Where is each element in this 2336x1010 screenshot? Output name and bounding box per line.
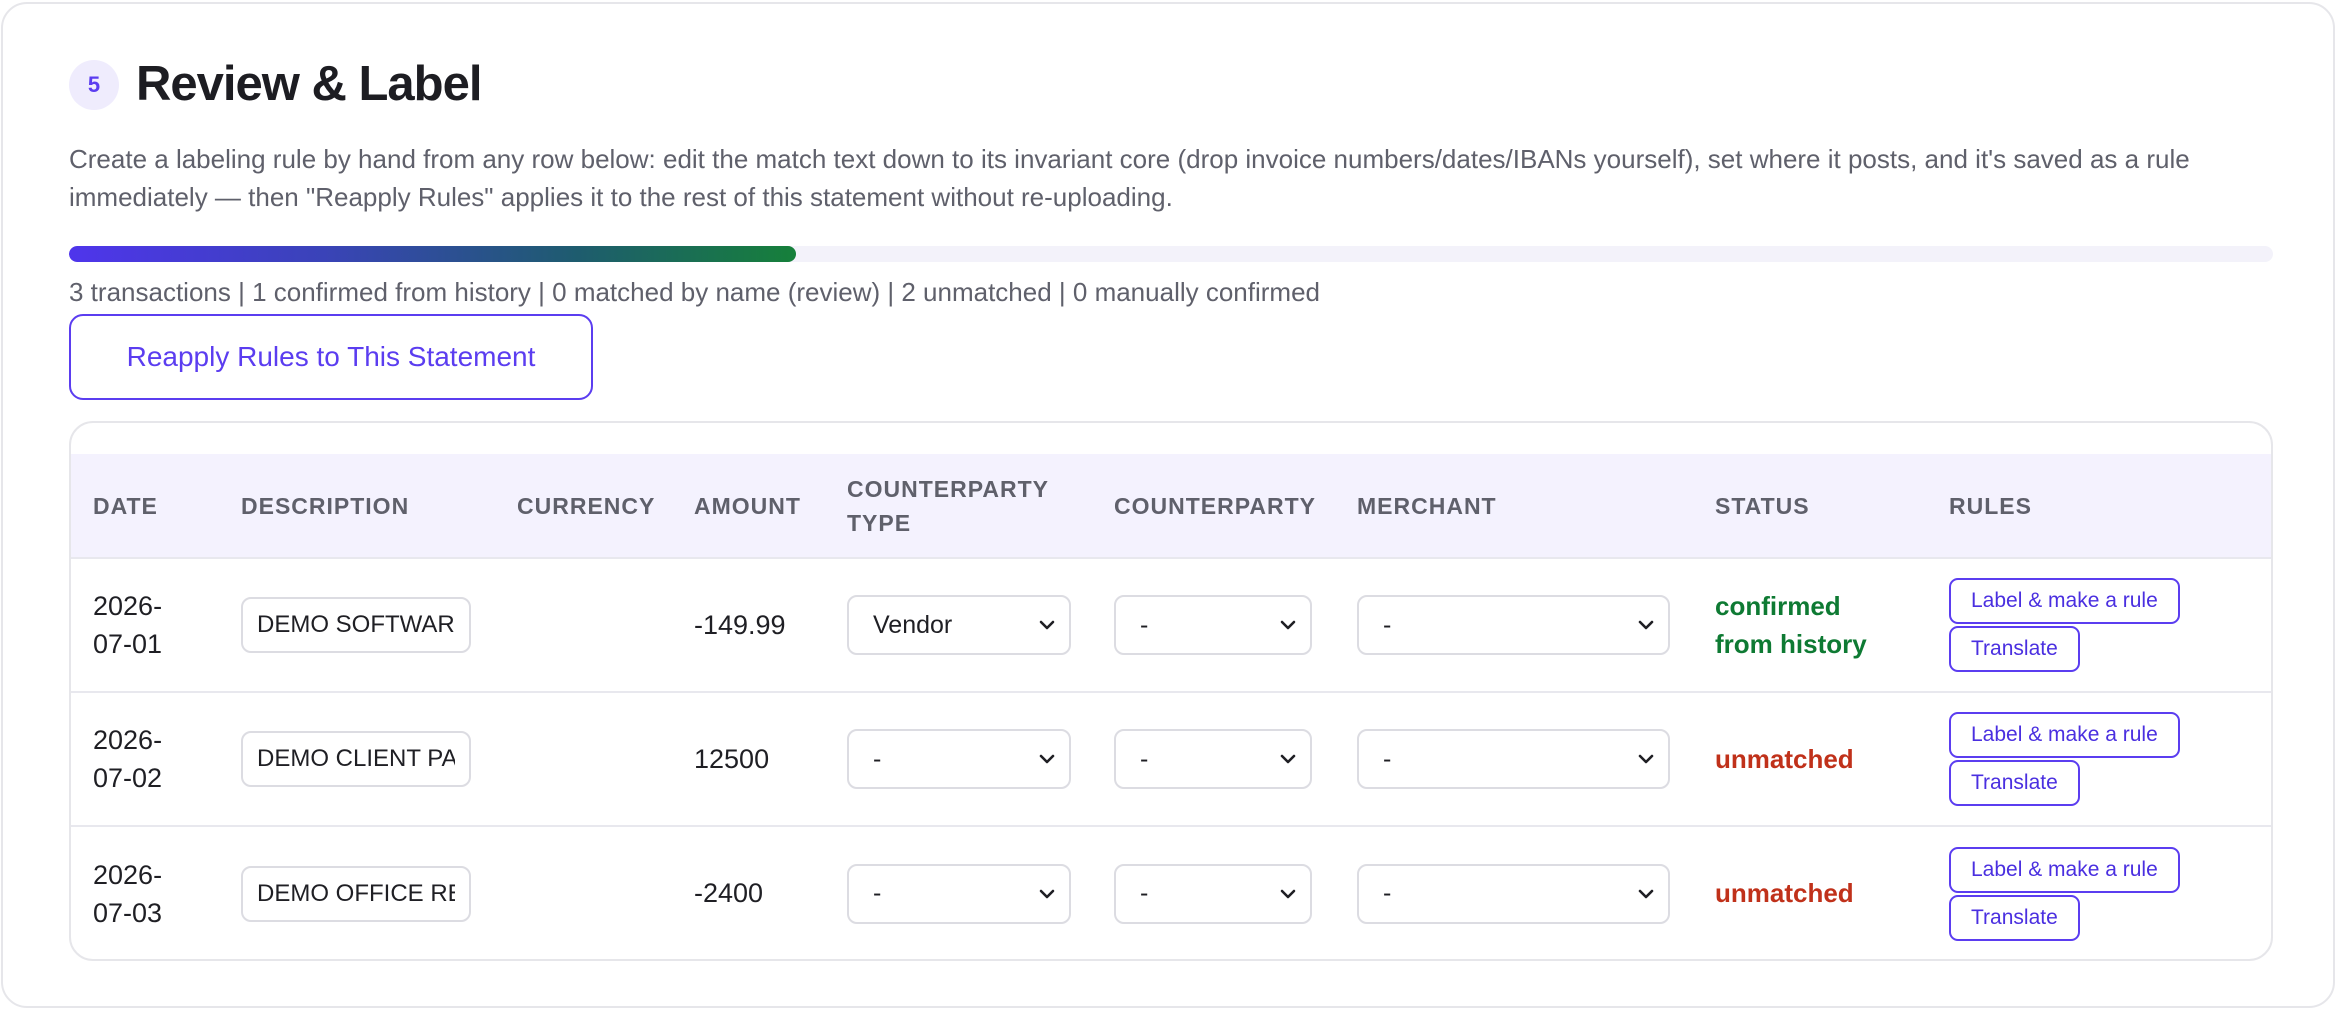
column-header-currency: CURRENCY [517,492,656,519]
description-input[interactable] [241,731,471,787]
status-cell: unmatched [1693,692,1927,826]
counterparty-type-cell: - [825,826,1092,959]
status-text: confirmed [1715,591,1841,621]
merchant-cell: - [1335,558,1693,692]
column-header-description: DESCRIPTION [241,492,410,519]
chevron-down-icon [1638,620,1654,630]
reapply-rules-button[interactable]: Reapply Rules to This Statement [69,314,593,400]
rules-cell: Label & make a rule Translate [1927,826,2271,959]
description-input[interactable] [241,865,471,922]
date-line: 07-03 [93,897,163,928]
review-label-card: 5 Review & Label Create a labeling rule … [1,2,2335,1008]
progress-bar [69,246,2273,262]
description-cell [219,826,495,959]
amount-cell: 12500 [694,743,770,774]
merchant-select[interactable]: - [1357,595,1670,655]
counterparty-type-cell: - [825,692,1092,826]
counterparty-select[interactable]: - [1114,729,1312,789]
label-make-rule-button[interactable]: Label & make a rule [1949,578,2180,624]
status-badge: unmatched [1715,878,1854,908]
column-header-status: STATUS [1715,492,1810,519]
translate-button[interactable]: Translate [1949,626,2080,672]
counterparty-select[interactable]: - [1114,595,1312,655]
column-header-counterparty-type: COUNTERPARTY TYPE [847,475,1049,536]
counterparty-type-select[interactable]: - [847,729,1071,789]
amount-cell: -2400 [694,878,764,908]
select-value: - [1140,610,1149,639]
date-cell: 2026- 07-02 [71,692,219,826]
counterparty-cell: - [1092,558,1335,692]
label-make-rule-button[interactable]: Label & make a rule [1949,712,2180,758]
select-value: - [873,879,882,907]
section-description: Create a labeling rule by hand from any … [69,144,2190,212]
date-line: 07-01 [93,629,163,659]
table-row: 2026- 07-01 -149.99 Vendor [71,558,2271,692]
table-row: 2026- 07-03 -2400 - [71,826,2271,959]
status-badge: confirmed from history [1715,587,1927,663]
transactions-table: DATE DESCRIPTION CURRENCY AMOUNT COUNTER… [69,421,2273,961]
counterparty-type-select[interactable]: Vendor [847,595,1071,655]
chevron-down-icon [1280,754,1296,764]
date-line: 2026- [93,591,163,621]
date-line: 07-02 [93,763,163,793]
translate-button[interactable]: Translate [1949,894,2080,941]
page-title: Review & Label [136,57,482,111]
rules-cell: Label & make a rule Translate [1927,558,2271,692]
transaction-summary: 3 transactions | 1 confirmed from histor… [69,277,1320,307]
merchant-select[interactable]: - [1357,729,1670,789]
select-value: Vendor [873,610,953,639]
currency-cell [495,558,672,692]
date-line: 2026- [93,859,163,890]
chevron-down-icon [1039,754,1055,764]
translate-button[interactable]: Translate [1949,760,2080,806]
column-header-amount: AMOUNT [694,492,801,519]
status-cell: confirmed from history [1693,558,1927,692]
select-value: - [873,744,882,773]
progress-bar-fill [69,246,797,262]
select-value: - [1140,744,1149,773]
chevron-down-icon [1039,620,1055,630]
counterparty-select[interactable]: - [1114,863,1312,924]
chevron-down-icon [1280,620,1296,630]
description-cell [219,692,495,826]
status-text: from history [1715,629,1867,659]
column-header-rules: RULES [1949,492,2032,519]
label-make-rule-button[interactable]: Label & make a rule [1949,846,2180,893]
column-header-counterparty: COUNTERPARTY [1114,492,1316,519]
date-cell: 2026- 07-01 [71,558,219,692]
column-header-merchant: MERCHANT [1357,492,1497,519]
status-cell: unmatched [1693,826,1927,959]
merchant-select[interactable]: - [1357,863,1670,924]
column-header-date: DATE [93,492,158,519]
description-input[interactable] [241,597,471,653]
description-cell [219,558,495,692]
chevron-down-icon [1280,889,1296,898]
currency-cell [495,692,672,826]
step-number-badge: 5 [69,60,119,110]
select-value: - [1383,744,1392,773]
table-header-row: DATE DESCRIPTION CURRENCY AMOUNT COUNTER… [71,454,2271,558]
rules-cell: Label & make a rule Translate [1927,692,2271,826]
currency-cell [495,826,672,959]
select-value: - [1383,610,1392,639]
date-line: 2026- [93,725,163,755]
counterparty-cell: - [1092,692,1335,826]
status-badge: unmatched [1715,743,1854,774]
chevron-down-icon [1039,889,1055,898]
counterparty-type-select[interactable]: - [847,863,1071,924]
select-value: - [1140,879,1149,907]
select-value: - [1383,879,1392,907]
merchant-cell: - [1335,826,1693,959]
chevron-down-icon [1638,754,1654,764]
amount-cell: -149.99 [694,609,786,640]
chevron-down-icon [1638,889,1654,898]
merchant-cell: - [1335,692,1693,826]
counterparty-cell: - [1092,826,1335,959]
date-cell: 2026- 07-03 [71,826,219,959]
counterparty-type-cell: Vendor [825,558,1092,692]
table-row: 2026- 07-02 12500 - [71,692,2271,826]
